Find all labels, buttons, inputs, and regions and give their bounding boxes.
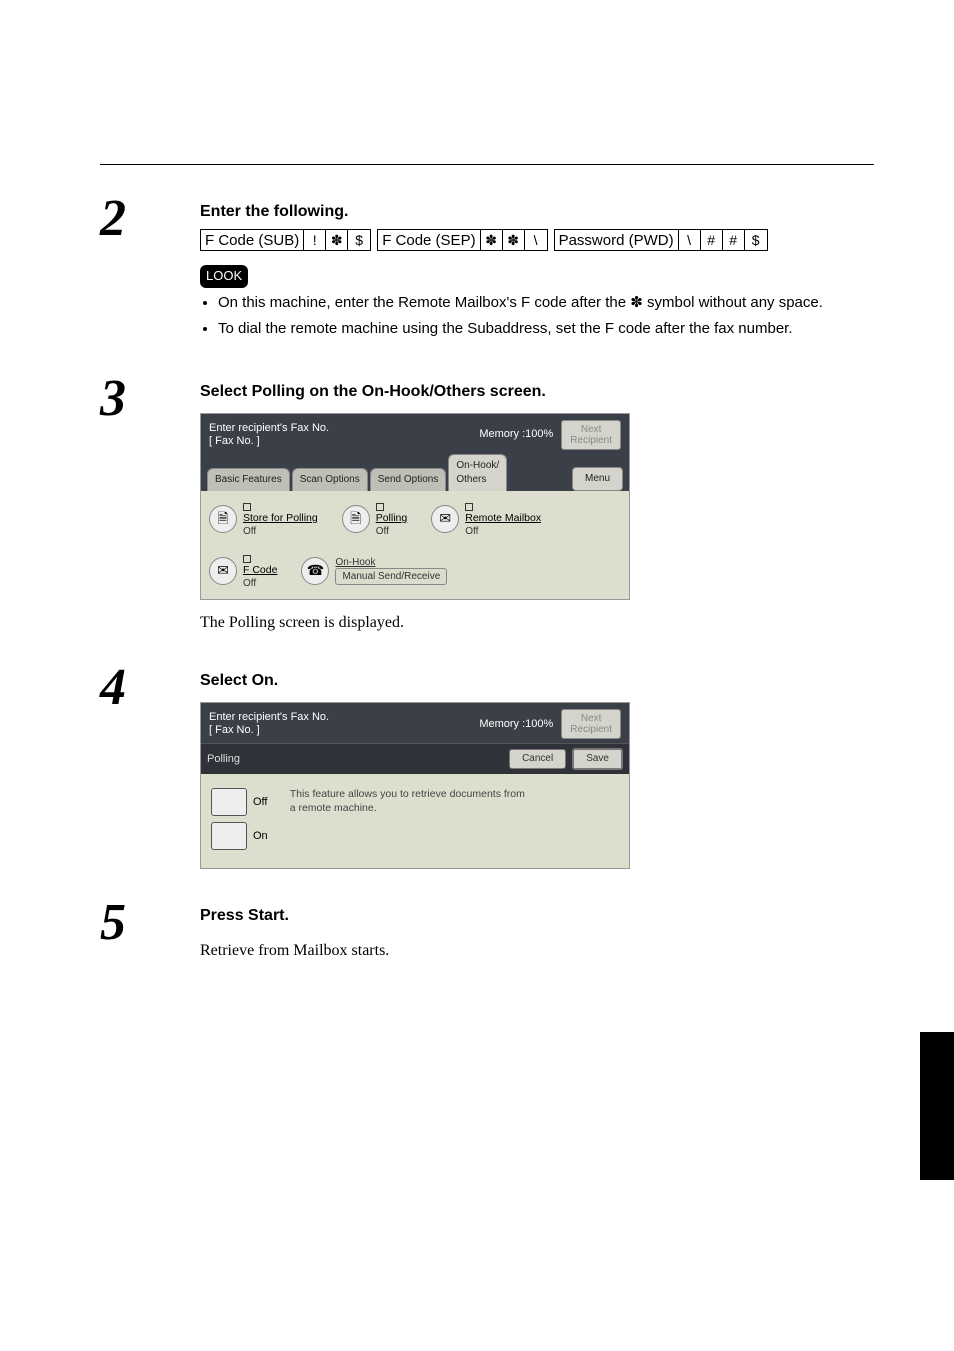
label-fcode-sep: F Code (SEP): [378, 230, 480, 250]
step-heading: Select Polling on the On-Hook/Others scr…: [200, 381, 874, 403]
toggle-off[interactable]: Off: [211, 788, 268, 816]
step-number: 2: [100, 193, 200, 245]
device-screen-polling: Enter recipient's Fax No. [ Fax No. ] Me…: [200, 702, 630, 869]
label-password-pwd: Password (PWD): [555, 230, 679, 250]
tab-basic-features[interactable]: Basic Features: [207, 468, 290, 491]
feature-description: This feature allows you to retrieve docu…: [290, 788, 530, 815]
document-icon: 🗎: [209, 505, 237, 533]
key: !: [304, 230, 326, 250]
bullet-text: On this machine, enter the Remote Mailbo…: [218, 294, 630, 311]
tab-send-options[interactable]: Send Options: [370, 468, 447, 491]
mailbox-icon: ✉: [431, 505, 459, 533]
toggle-label: Off: [253, 795, 267, 810]
btn-label: Next: [570, 424, 612, 435]
key: \: [525, 230, 547, 250]
opt-state: Off: [243, 526, 256, 537]
option-remote-mailbox[interactable]: ✉ Remote Mailbox Off: [431, 501, 541, 537]
phone-icon: ☎: [301, 557, 329, 585]
opt-label: On-Hook: [335, 557, 375, 568]
tab-onhook-others[interactable]: On-Hook/ Others: [448, 454, 507, 491]
toggle-box-icon: [211, 788, 247, 816]
opt-state: Off: [465, 526, 478, 537]
screen-subtitle: [ Fax No. ]: [209, 435, 479, 448]
step-caption: Retrieve from Mailbox starts.: [200, 940, 874, 962]
menu-button[interactable]: Menu: [572, 467, 623, 491]
key: #: [701, 230, 723, 250]
btn-label: Recipient: [570, 724, 612, 735]
fcode-key-line: F Code (SUB) ! ✽ $ F Code (SEP) ✽ ✽ \ Pa…: [200, 229, 874, 251]
opt-state: Off: [376, 526, 389, 537]
step-caption: The Polling screen is displayed.: [200, 612, 874, 634]
opt-label: Store for Polling: [243, 513, 318, 525]
screen-title: Enter recipient's Fax No.: [209, 711, 479, 724]
opt-state: Off: [243, 578, 256, 589]
step-heading: Enter the following.: [200, 201, 874, 223]
bullet-text: To dial the remote machine using the Sub…: [218, 318, 874, 341]
opt-label: Polling: [376, 513, 408, 525]
next-recipient-button[interactable]: Next Recipient: [561, 709, 621, 739]
option-f-code[interactable]: ✉ F Code Off: [209, 553, 277, 589]
toggle-on[interactable]: On: [211, 822, 268, 850]
tab-scan-options[interactable]: Scan Options: [292, 468, 368, 491]
step-heading: Press Start.: [200, 905, 874, 927]
key: ✽: [503, 230, 525, 250]
look-bullets: On this machine, enter the Remote Mailbo…: [218, 292, 874, 341]
panel-title: Polling: [207, 752, 503, 767]
step-number: 3: [100, 373, 200, 425]
save-button[interactable]: Save: [572, 748, 623, 770]
btn-label: Next: [570, 713, 612, 724]
opt-label: F Code: [243, 565, 277, 577]
envelope-icon: ✉: [209, 557, 237, 585]
option-store-for-polling[interactable]: 🗎 Store for Polling Off: [209, 501, 318, 537]
memory-status: Memory :100%: [479, 427, 553, 442]
bullet-symbol: ✽: [630, 294, 643, 311]
key: \: [679, 230, 701, 250]
btn-label: Recipient: [570, 435, 612, 446]
opt-label: Remote Mailbox: [465, 513, 541, 525]
cancel-button[interactable]: Cancel: [509, 749, 566, 769]
step-number: 4: [100, 662, 200, 714]
key: $: [348, 230, 370, 250]
option-on-hook[interactable]: ☎ On-Hook Manual Send/Receive: [301, 553, 447, 589]
key: $: [745, 230, 767, 250]
look-badge: LOOK: [200, 265, 248, 287]
step-heading: Select On.: [200, 670, 874, 692]
device-screen-onhook: Enter recipient's Fax No. [ Fax No. ] Me…: [200, 413, 630, 599]
step-number: 5: [100, 897, 200, 949]
label-fcode-sub: F Code (SUB): [201, 230, 304, 250]
toggle-label: On: [253, 829, 268, 844]
screen-title: Enter recipient's Fax No.: [209, 422, 479, 435]
next-recipient-button[interactable]: Next Recipient: [561, 420, 621, 450]
key: #: [723, 230, 745, 250]
manual-send-receive-button[interactable]: Manual Send/Receive: [335, 568, 447, 585]
bullet-text: symbol without any space.: [643, 294, 823, 311]
option-polling[interactable]: 🗎 Polling Off: [342, 501, 408, 537]
section-edge-tab: [920, 1032, 954, 1180]
memory-status: Memory :100%: [479, 717, 553, 732]
key: ✽: [326, 230, 348, 250]
document-icon: 🗎: [342, 505, 370, 533]
key: ✽: [481, 230, 503, 250]
screen-subtitle: [ Fax No. ]: [209, 724, 479, 737]
toggle-box-icon: [211, 822, 247, 850]
